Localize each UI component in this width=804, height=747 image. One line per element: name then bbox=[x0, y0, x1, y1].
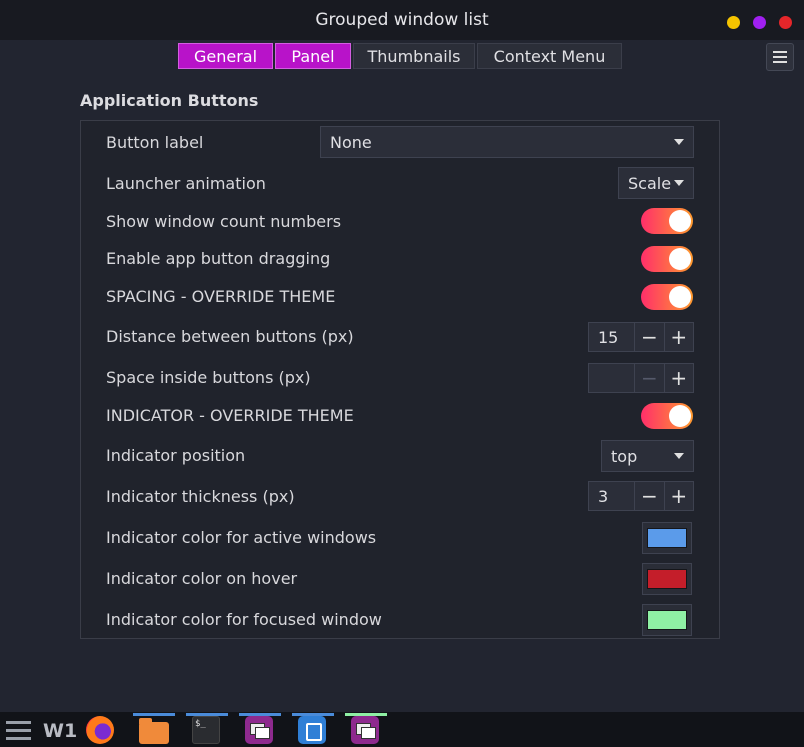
indicator-position-value: top bbox=[611, 446, 638, 466]
space-inside-label: Space inside buttons (px) bbox=[106, 368, 311, 387]
launcher-animation-value: Scale bbox=[628, 173, 672, 193]
setting-row-button-label: Button label None bbox=[81, 121, 719, 162]
menu-icon[interactable] bbox=[6, 721, 31, 740]
indicator-thickness-stepper[interactable]: 3 − + bbox=[588, 481, 694, 511]
window-list-icon[interactable] bbox=[345, 713, 387, 746]
space-inside-stepper[interactable]: − + bbox=[588, 363, 694, 393]
increment-button[interactable]: + bbox=[663, 364, 693, 392]
launcher-animation-dropdown[interactable]: Scale bbox=[618, 167, 694, 199]
setting-row-launcher-animation: Launcher animation Scale bbox=[81, 162, 719, 202]
window-list-icon[interactable] bbox=[239, 713, 281, 746]
dragging-label: Enable app button dragging bbox=[106, 249, 331, 268]
distance-value[interactable]: 15 bbox=[589, 328, 634, 347]
tab-panel[interactable]: Panel bbox=[275, 43, 351, 69]
files-icon[interactable] bbox=[133, 713, 175, 746]
chevron-down-icon bbox=[674, 453, 684, 459]
setting-row-indicator-thickness: Indicator thickness (px) 3 − + bbox=[81, 475, 719, 516]
setting-row-distance: Distance between buttons (px) 15 − + bbox=[81, 316, 719, 356]
setting-row-indicator-position: Indicator position top bbox=[81, 435, 719, 475]
indicator-thickness-label: Indicator thickness (px) bbox=[106, 487, 295, 506]
indicator-override-toggle[interactable] bbox=[641, 403, 693, 429]
decrement-button[interactable]: − bbox=[634, 364, 663, 392]
dragging-toggle[interactable] bbox=[641, 246, 693, 272]
setting-row-color-active: Indicator color for active windows bbox=[81, 516, 719, 557]
color-hover-swatch bbox=[647, 569, 687, 589]
launcher-animation-label: Launcher animation bbox=[106, 174, 266, 193]
spacing-override-toggle[interactable] bbox=[641, 284, 693, 310]
color-focused-swatch bbox=[647, 610, 687, 630]
increment-button[interactable]: + bbox=[663, 482, 693, 510]
color-active-label: Indicator color for active windows bbox=[106, 528, 377, 547]
color-focused-label: Indicator color for focused window bbox=[106, 610, 382, 629]
button-label-dropdown[interactable]: None bbox=[320, 126, 694, 158]
setting-row-space-inside: Space inside buttons (px) − + bbox=[81, 356, 719, 396]
button-label-label: Button label bbox=[106, 133, 204, 152]
tab-general[interactable]: General bbox=[178, 43, 273, 69]
decrement-button[interactable]: − bbox=[634, 323, 663, 351]
distance-label: Distance between buttons (px) bbox=[106, 327, 354, 346]
settings-panel: Button label None Launcher animation Sca… bbox=[80, 120, 720, 639]
minimize-button[interactable] bbox=[727, 16, 740, 29]
section-title: Application Buttons bbox=[80, 91, 259, 110]
firefox-icon[interactable] bbox=[86, 716, 116, 746]
hamburger-icon bbox=[773, 51, 787, 53]
workspace-switcher[interactable]: W1 bbox=[43, 720, 77, 742]
distance-stepper[interactable]: 15 − + bbox=[588, 322, 694, 352]
close-button[interactable] bbox=[779, 16, 792, 29]
color-hover-label: Indicator color on hover bbox=[106, 569, 298, 588]
color-active-swatch bbox=[647, 528, 687, 548]
chevron-down-icon bbox=[674, 139, 684, 145]
setting-row-spacing-override: SPACING - OVERRIDE THEME bbox=[81, 278, 719, 316]
tab-bar: General Panel Thumbnails Context Menu bbox=[178, 43, 622, 69]
setting-row-indicator-override: INDICATOR - OVERRIDE THEME bbox=[81, 396, 719, 435]
spacing-override-label: SPACING - OVERRIDE THEME bbox=[106, 287, 336, 306]
tab-context-menu[interactable]: Context Menu bbox=[477, 43, 622, 69]
indicator-position-dropdown[interactable]: top bbox=[601, 440, 694, 472]
terminal-icon[interactable]: $_ bbox=[186, 713, 228, 746]
tab-thumbnails[interactable]: Thumbnails bbox=[353, 43, 475, 69]
taskbar: W1 $_ bbox=[0, 712, 804, 747]
indicator-thickness-value[interactable]: 3 bbox=[589, 487, 634, 506]
setting-row-color-focused: Indicator color for focused window bbox=[81, 598, 719, 639]
window-count-label: Show window count numbers bbox=[106, 212, 342, 231]
settings-window: Grouped window list General Panel Thumbn… bbox=[0, 0, 804, 712]
color-hover-button[interactable] bbox=[642, 563, 692, 595]
color-active-button[interactable] bbox=[642, 522, 692, 554]
window-title: Grouped window list bbox=[315, 10, 489, 30]
decrement-button[interactable]: − bbox=[634, 482, 663, 510]
setting-row-dragging: Enable app button dragging bbox=[81, 240, 719, 278]
window-count-toggle[interactable] bbox=[641, 208, 693, 234]
indicator-override-label: INDICATOR - OVERRIDE THEME bbox=[106, 406, 354, 425]
hamburger-menu-button[interactable] bbox=[766, 43, 794, 71]
setting-row-window-count: Show window count numbers bbox=[81, 202, 719, 240]
chevron-down-icon bbox=[674, 180, 684, 186]
setting-row-color-hover: Indicator color on hover bbox=[81, 557, 719, 598]
title-bar[interactable]: Grouped window list bbox=[0, 0, 804, 40]
maximize-button[interactable] bbox=[753, 16, 766, 29]
button-label-value: None bbox=[330, 132, 372, 152]
vscode-icon[interactable] bbox=[292, 713, 334, 746]
increment-button[interactable]: + bbox=[663, 323, 693, 351]
indicator-position-label: Indicator position bbox=[106, 446, 246, 465]
color-focused-button[interactable] bbox=[642, 604, 692, 636]
